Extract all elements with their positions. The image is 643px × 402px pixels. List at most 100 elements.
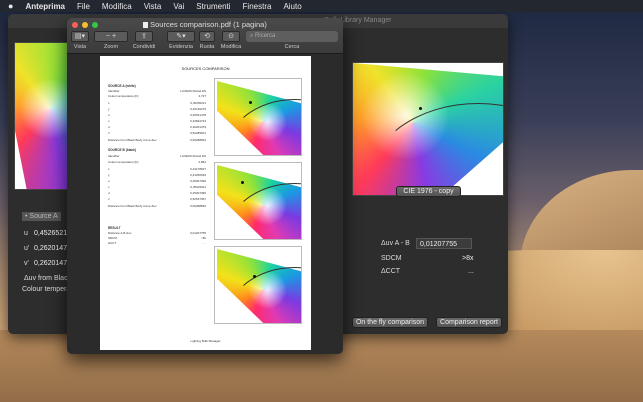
markup-icon: ⊙ (228, 33, 234, 40)
result-dcct-label: ΔCCT (108, 241, 117, 245)
menu-modifica[interactable]: Modifica (102, 2, 132, 11)
source-a-v-label: v (108, 119, 110, 123)
comparison-point (253, 275, 256, 278)
source-b-v-prime-value: 0,52537367 (190, 197, 206, 201)
page-footer: Lighting Bulb Manager (190, 339, 221, 343)
source-a-identifier-label: Identifier (108, 89, 120, 93)
source-a-u-label: u (108, 113, 110, 117)
source-b-u-value: 0,25007390 (190, 179, 206, 183)
cerca-label: Cerca (284, 44, 300, 50)
window-title: Sources comparison.pdf (1 pagina) (67, 20, 343, 29)
source-a-v-prime-label: v' (108, 131, 111, 135)
search-field[interactable]: ⌕ Ricerca (246, 31, 338, 42)
menu-app-name[interactable]: Anteprima (25, 2, 65, 11)
source-a-dist-label: Distance from Black Body curve Δuv (108, 138, 157, 142)
rotate-button[interactable]: ⟲ (199, 31, 215, 42)
menu-finestra[interactable]: Finestra (243, 2, 272, 11)
zoom-out-icon[interactable]: − (106, 33, 110, 40)
menu-bar: ● Anteprima File Modifica Vista Vai Stru… (0, 0, 643, 12)
source-a-v-prime-value: 0,52285601 (190, 131, 206, 135)
source-b-identifier-label: Identifier (108, 154, 120, 158)
comparison-report-button[interactable]: Comparison report (436, 317, 502, 328)
source-a-v-value: 0,34842734 (190, 119, 206, 123)
result-sdcm-label: SDCM (108, 236, 117, 240)
source-a-ct-value: 2,727 (198, 94, 206, 98)
sdcm-value: >8x (462, 255, 474, 262)
menu-strumenti[interactable]: Strumenti (196, 2, 230, 11)
share-button[interactable]: ⇪ (135, 31, 153, 42)
source-b-y-value: 0,41250549 (190, 173, 206, 177)
left-cie-chart (14, 42, 74, 190)
source-a-identifier-value: LUXEON Rebel ES (180, 89, 206, 93)
evidenzia-label: Evidenzia (169, 44, 193, 50)
source-a-y-value: 0,40130279 (190, 107, 206, 111)
page-heading: SOURCES COMPARISON (181, 66, 230, 71)
cie-chart-button[interactable]: CIE 1976 - copy (396, 186, 461, 197)
result-title: RESULT (108, 226, 121, 230)
share-icon: ⇪ (141, 33, 147, 40)
source-b-u-label: u (108, 179, 110, 183)
menu-aiuto[interactable]: Aiuto (283, 2, 301, 11)
zoom-label: Zoom (103, 44, 119, 50)
source-a-y-label: y (108, 107, 110, 111)
source-b-title: SOURCE B (black) (108, 148, 136, 152)
v-prime-label: v' (24, 260, 29, 267)
result-distance-label: Distance A-B Δuv (108, 231, 132, 235)
source-b-dist-label: Distance from Black Body curve Δuv (108, 204, 157, 208)
source-a-tab[interactable]: • Source A (22, 212, 61, 221)
zoom-in-icon[interactable]: + (112, 33, 116, 40)
source-b-dist-value: 0,00288820 (190, 204, 206, 208)
menu-vai[interactable]: Vai (173, 2, 184, 11)
source-a-u-prime-label: u' (108, 125, 111, 129)
source-b-ct-value: 2,862 (198, 160, 206, 164)
source-b-point (241, 181, 244, 184)
apple-menu-icon[interactable]: ● (8, 1, 13, 11)
u-label: u (24, 230, 28, 237)
menu-vista[interactable]: Vista (144, 2, 162, 11)
markup-button[interactable]: ⊙ (222, 31, 240, 42)
highlight-button[interactable]: ✎▾ (167, 31, 195, 42)
delta-uv-value: 0,01207755 (416, 238, 472, 249)
window-title-text: Sources comparison.pdf (1 pagina) (150, 20, 267, 29)
source-b-y-label: y (108, 173, 110, 177)
colour-temperature-label: Colour tempera (22, 286, 71, 293)
highlight-icon: ✎▾ (176, 33, 186, 40)
source-b-v-prime-label: v' (108, 197, 111, 201)
delta-uv-label: Δuv A - B (381, 240, 410, 247)
source-b-x-label: x (108, 167, 110, 171)
condividi-label: Condividi (132, 44, 156, 50)
dcct-label: ΔCCT (381, 268, 401, 275)
result-sdcm-value: >8x (201, 236, 206, 240)
cie-chart-comparison (214, 246, 302, 324)
source-a-title: SOURCE A (white) (108, 84, 136, 88)
dcct-value: ... (468, 268, 474, 275)
source-a-x-label: x (108, 101, 110, 105)
u-prime-label: u' (24, 245, 30, 252)
source-b-v-value: 0,35024911 (190, 185, 206, 189)
ruota-label: Ruota (199, 44, 215, 50)
cie-chart-source-b (214, 162, 302, 240)
pdf-icon (143, 22, 149, 28)
source-b-x-value: 0,44178637 (190, 167, 206, 171)
zoom-button-group[interactable]: − + (94, 31, 128, 42)
cie-chart-source-a (214, 78, 302, 156)
source-a-u-prime-value: 0,26201479 (190, 125, 206, 129)
modifica-label: Modifica (220, 44, 242, 50)
source-a-point (249, 101, 252, 104)
source-a-dist-value: 0,00288664 (190, 138, 206, 142)
source-b-identifier-value: LUXEON Rebel ES (180, 154, 206, 158)
source-b-u-prime-label: u' (108, 191, 111, 195)
search-placeholder: Ricerca (255, 33, 276, 39)
duv-label: Δuv from Blac (24, 275, 68, 282)
sidebar-view-button[interactable]: ▤▾ (71, 31, 89, 42)
source-b-ct-label: Colour temperature [K] (108, 160, 139, 164)
pdf-page: SOURCES COMPARISON SOURCE A (white) Iden… (100, 56, 311, 350)
menu-file[interactable]: File (77, 2, 90, 11)
u-value: 0,4526521 (34, 230, 68, 237)
preview-toolbar: Sources comparison.pdf (1 pagina) ▤▾ − +… (67, 18, 343, 54)
on-the-fly-comparison-button[interactable]: On the fly comparison (352, 317, 428, 328)
source-a-ct-label: Colour temperature [K] (108, 94, 139, 98)
preview-window: Sources comparison.pdf (1 pagina) ▤▾ − +… (67, 18, 343, 354)
right-cie-chart (352, 62, 504, 196)
source-a-x-value: 0,45265211 (190, 101, 206, 105)
